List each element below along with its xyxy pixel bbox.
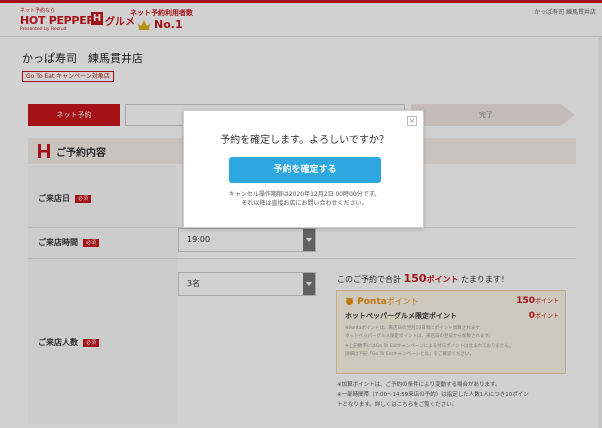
contact-note: それ以降は直接お店にお問い合わせください。 [241,200,368,207]
confirm-question: 予約を確定します。よろしいですか？ [220,135,389,146]
cancel-deadline-note: キャンセル操作期限は2020年12月2日 00時00分です。 [228,191,381,198]
confirm-reservation-button[interactable]: 予約を確定する [229,157,381,183]
close-icon[interactable]: × [407,116,417,126]
confirm-dialog: × 予約を確定します。よろしいですか？ 予約を確定する キャンセル操作期限は20… [183,110,424,228]
